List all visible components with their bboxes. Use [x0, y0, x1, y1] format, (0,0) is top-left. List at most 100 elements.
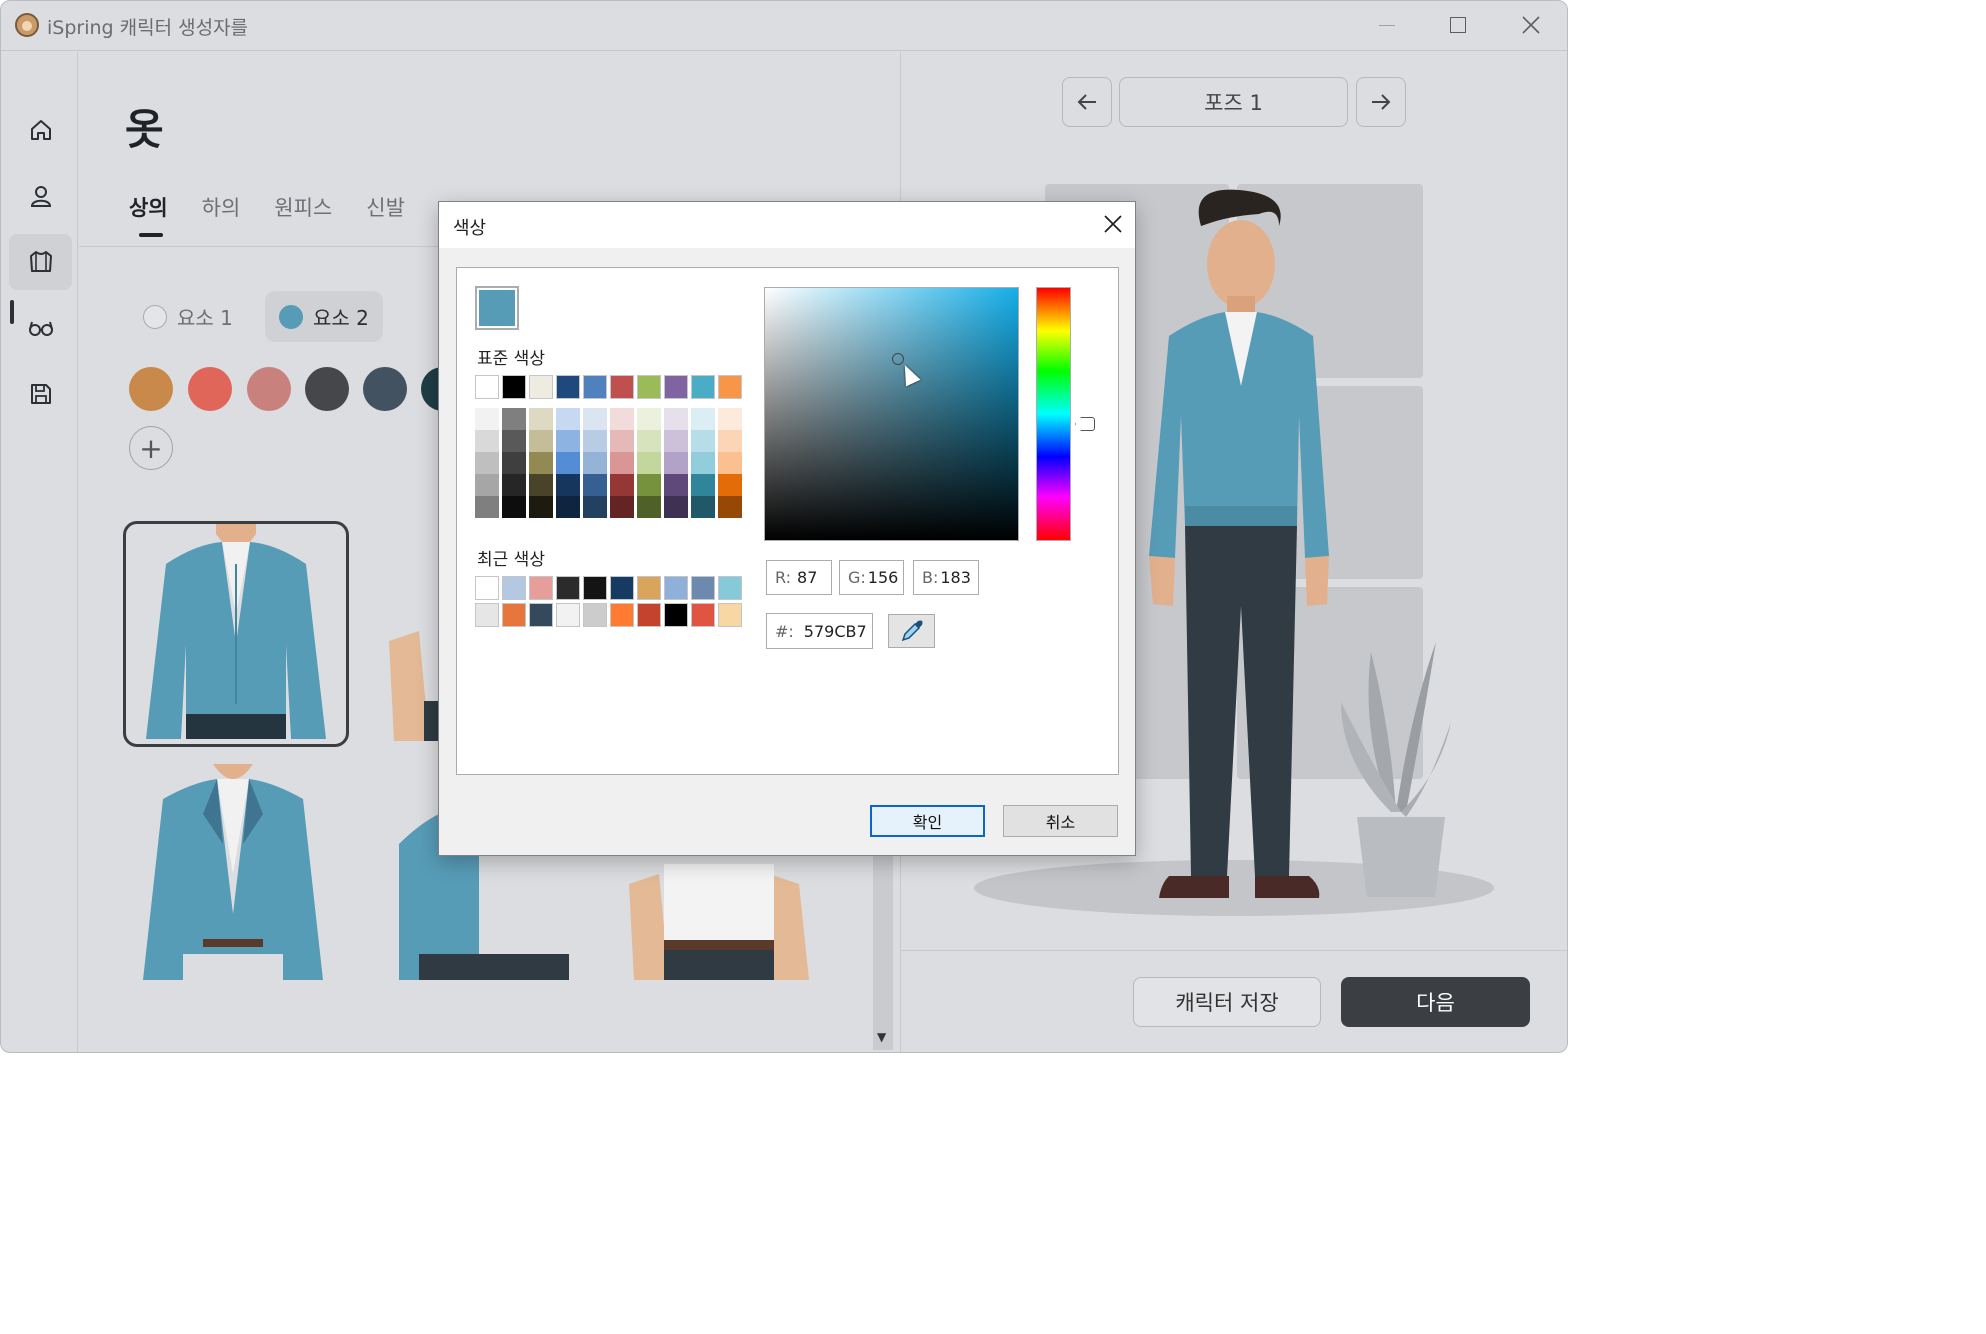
color-swatch[interactable] — [529, 430, 553, 452]
outfit-thumbnail-blazer[interactable] — [123, 764, 349, 980]
color-swatch[interactable] — [305, 367, 349, 411]
color-swatch[interactable] — [637, 603, 661, 627]
color-swatch[interactable] — [610, 496, 634, 518]
color-swatch[interactable] — [637, 430, 661, 452]
previous-pose-button[interactable] — [1062, 77, 1112, 127]
color-swatch[interactable] — [718, 375, 742, 399]
sidebar-item-save[interactable] — [9, 366, 72, 422]
color-swatch[interactable] — [529, 576, 553, 600]
color-swatch[interactable] — [129, 367, 173, 411]
color-swatch[interactable] — [637, 452, 661, 474]
color-swatch[interactable] — [529, 474, 553, 496]
tab-tops[interactable]: 상의 — [129, 192, 168, 237]
color-swatch[interactable] — [664, 576, 688, 600]
color-swatch[interactable] — [583, 375, 607, 399]
cancel-button[interactable]: 취소 — [1003, 805, 1118, 837]
element-1-option[interactable]: 요소 1 — [129, 291, 247, 342]
color-swatch[interactable] — [188, 367, 232, 411]
color-swatch[interactable] — [691, 474, 715, 496]
color-swatch[interactable] — [664, 375, 688, 399]
outfit-thumbnail-cardigan[interactable] — [123, 521, 349, 747]
color-swatch[interactable] — [556, 430, 580, 452]
color-swatch[interactable] — [718, 408, 742, 430]
color-swatch[interactable] — [502, 408, 526, 430]
color-swatch[interactable] — [556, 408, 580, 430]
color-swatch[interactable] — [610, 474, 634, 496]
color-swatch[interactable] — [718, 474, 742, 496]
color-swatch[interactable] — [718, 603, 742, 627]
color-swatch[interactable] — [691, 408, 715, 430]
color-swatch[interactable] — [610, 452, 634, 474]
color-swatch[interactable] — [637, 576, 661, 600]
color-swatch[interactable] — [502, 474, 526, 496]
color-swatch[interactable] — [583, 603, 607, 627]
color-swatch[interactable] — [556, 603, 580, 627]
ok-button[interactable]: 확인 — [870, 805, 985, 837]
blue-field[interactable]: B: 183 — [913, 560, 979, 595]
color-swatch[interactable] — [718, 430, 742, 452]
color-swatch[interactable] — [502, 603, 526, 627]
hex-field[interactable]: #: 579CB7 — [766, 613, 873, 649]
element-2-option[interactable]: 요소 2 — [265, 291, 383, 342]
color-swatch[interactable] — [610, 408, 634, 430]
color-swatch[interactable] — [502, 452, 526, 474]
sidebar-item-person[interactable] — [9, 168, 72, 224]
color-swatch[interactable] — [583, 576, 607, 600]
color-swatch[interactable] — [475, 408, 499, 430]
close-button[interactable] — [1511, 9, 1551, 41]
add-color-button[interactable]: + — [129, 426, 173, 470]
color-swatch[interactable] — [556, 375, 580, 399]
color-swatch[interactable] — [664, 603, 688, 627]
color-swatch[interactable] — [691, 452, 715, 474]
color-swatch[interactable] — [556, 452, 580, 474]
color-swatch[interactable] — [691, 430, 715, 452]
saturation-brightness-field[interactable] — [764, 287, 1019, 541]
color-swatch[interactable] — [664, 496, 688, 518]
color-swatch[interactable] — [691, 496, 715, 518]
next-pose-button[interactable] — [1356, 77, 1406, 127]
save-character-button[interactable]: 캐릭터 저장 — [1133, 977, 1321, 1027]
next-button[interactable]: 다음 — [1341, 977, 1530, 1027]
color-swatch[interactable] — [583, 452, 607, 474]
sidebar-item-home[interactable] — [9, 102, 72, 158]
color-swatch[interactable] — [610, 375, 634, 399]
color-swatch[interactable] — [610, 603, 634, 627]
color-swatch[interactable] — [664, 474, 688, 496]
color-swatch[interactable] — [718, 576, 742, 600]
color-swatch[interactable] — [475, 496, 499, 518]
color-swatch[interactable] — [583, 408, 607, 430]
color-swatch[interactable] — [529, 496, 553, 518]
color-swatch[interactable] — [556, 474, 580, 496]
color-swatch[interactable] — [637, 474, 661, 496]
minimize-button[interactable] — [1367, 9, 1407, 41]
maximize-button[interactable] — [1438, 9, 1478, 41]
color-swatch[interactable] — [556, 496, 580, 518]
color-swatch[interactable] — [475, 452, 499, 474]
tab-dresses[interactable]: 원피스 — [274, 192, 332, 222]
color-swatch[interactable] — [529, 375, 553, 399]
color-swatch[interactable] — [691, 576, 715, 600]
color-swatch[interactable] — [691, 603, 715, 627]
sidebar-item-accessories[interactable] — [9, 300, 72, 356]
color-swatch[interactable] — [247, 367, 291, 411]
color-swatch[interactable] — [610, 430, 634, 452]
eyedropper-button[interactable] — [888, 614, 935, 648]
color-swatch[interactable] — [363, 367, 407, 411]
hue-slider-handle[interactable] — [1075, 417, 1095, 431]
tab-bottoms[interactable]: 하의 — [202, 192, 241, 222]
color-swatch[interactable] — [610, 576, 634, 600]
sidebar-item-clothes[interactable] — [9, 234, 72, 290]
color-swatch[interactable] — [475, 375, 499, 399]
color-swatch[interactable] — [664, 452, 688, 474]
color-swatch[interactable] — [502, 576, 526, 600]
color-swatch[interactable] — [718, 496, 742, 518]
color-swatch[interactable] — [583, 474, 607, 496]
green-field[interactable]: G: 156 — [839, 560, 904, 595]
scroll-down-icon[interactable]: ▼ — [877, 1030, 886, 1044]
color-swatch[interactable] — [502, 496, 526, 518]
color-swatch[interactable] — [691, 375, 715, 399]
tab-shoes[interactable]: 신발 — [366, 192, 405, 222]
color-swatch[interactable] — [637, 496, 661, 518]
color-swatch[interactable] — [475, 603, 499, 627]
scrollbar-track[interactable] — [873, 842, 893, 1050]
